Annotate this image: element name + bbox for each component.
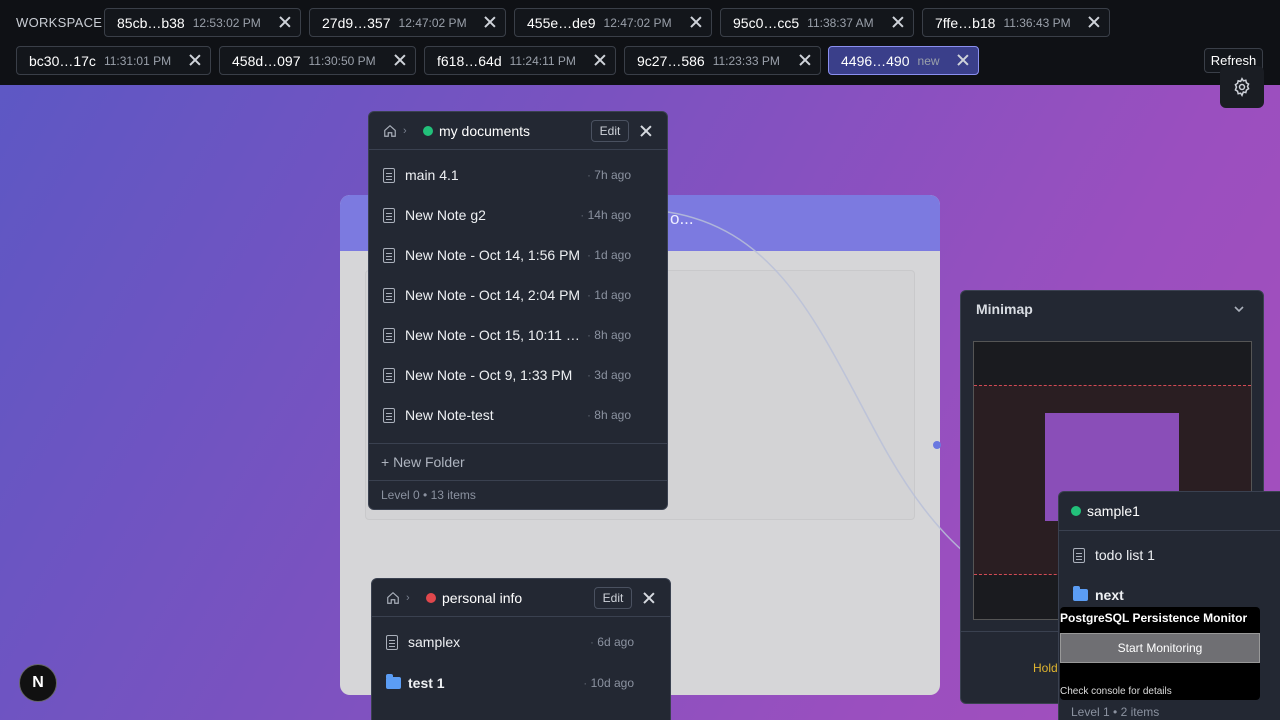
new-folder-button[interactable]: + New Folder xyxy=(381,454,465,470)
hold-hint: Hold xyxy=(1033,661,1058,675)
document-icon xyxy=(383,288,395,303)
breadcrumb-chevron-icon: › xyxy=(406,592,410,604)
panel-header: › my documents Edit xyxy=(369,112,667,150)
framework-logo[interactable]: N xyxy=(19,664,57,702)
close-icon[interactable] xyxy=(639,124,653,138)
item-time: 3d ago xyxy=(587,368,631,382)
list-item[interactable]: todo list 1 xyxy=(1059,535,1280,575)
divider xyxy=(1059,530,1280,531)
home-icon[interactable] xyxy=(386,591,400,605)
level-info: Level 1 • 2 items xyxy=(1071,705,1160,719)
panel-title: sample1 xyxy=(1087,503,1140,519)
monitor-note: Check console for details xyxy=(1060,686,1172,697)
panel-title: personal info xyxy=(442,590,523,606)
document-icon xyxy=(383,408,395,423)
item-time: 8h ago xyxy=(587,408,631,422)
divider xyxy=(369,443,667,444)
item-name: New Note g2 xyxy=(405,207,486,223)
documents-panel: › my documents Edit main 4.1 7h ago New N… xyxy=(368,111,668,510)
item-name: New Note - Oct 9, 1:33 PM xyxy=(405,367,573,383)
postgres-monitor: PostgreSQL Persistence Monitor Start Mon… xyxy=(1060,607,1260,700)
list-item[interactable]: New Note-test 8h ago xyxy=(369,395,667,435)
folder-item[interactable]: test 1 10d ago xyxy=(372,663,670,703)
breadcrumb-chevron-icon: › xyxy=(403,125,407,137)
item-time: 14h ago xyxy=(580,208,631,222)
item-time: 1d ago xyxy=(587,248,631,262)
item-time: 7h ago xyxy=(587,168,631,182)
item-name: test 1 xyxy=(408,675,445,691)
monitor-title: PostgreSQL Persistence Monitor xyxy=(1060,611,1248,625)
chevron-down-icon[interactable] xyxy=(1233,303,1245,315)
edit-button[interactable]: Edit xyxy=(591,120,629,142)
status-dot xyxy=(426,593,436,603)
list-item[interactable]: main 4.1 7h ago xyxy=(369,155,667,195)
document-icon xyxy=(383,368,395,383)
item-name: main 4.1 xyxy=(405,167,459,183)
list-item[interactable]: New Note g2 14h ago xyxy=(369,195,667,235)
item-name: next xyxy=(1095,587,1124,603)
panel-header: › personal info Edit xyxy=(372,579,670,617)
divider xyxy=(369,480,667,481)
item-time: 6d ago xyxy=(590,635,634,649)
item-name: New Note - Oct 15, 10:11 … xyxy=(405,327,580,343)
item-name: todo list 1 xyxy=(1095,547,1155,563)
document-icon xyxy=(1073,548,1085,563)
document-icon xyxy=(383,208,395,223)
list-item[interactable]: New Note - Oct 15, 10:11 … 8h ago xyxy=(369,315,667,355)
list-item[interactable]: New Note - Oct 14, 2:04 PM 1d ago xyxy=(369,275,667,315)
start-monitoring-button[interactable]: Start Monitoring xyxy=(1060,633,1260,663)
home-icon[interactable] xyxy=(383,124,397,138)
status-dot xyxy=(423,126,433,136)
item-name: New Note - Oct 14, 1:56 PM xyxy=(405,247,581,263)
list-item[interactable]: New Note - Oct 9, 1:33 PM 3d ago xyxy=(369,355,667,395)
personal-info-panel: › personal info Edit samplex 6d ago test … xyxy=(371,578,671,720)
document-icon xyxy=(383,248,395,263)
list-item[interactable]: samplex 6d ago xyxy=(372,622,670,662)
folder-icon xyxy=(1073,586,1088,601)
folder-icon xyxy=(386,674,401,689)
item-name: New Note-test xyxy=(405,407,494,423)
panel-title: my documents xyxy=(439,123,531,139)
document-icon xyxy=(383,168,395,183)
edit-button[interactable]: Edit xyxy=(594,587,632,609)
minimap-title: Minimap xyxy=(976,301,1033,317)
close-icon[interactable] xyxy=(642,591,656,605)
item-time: 10d ago xyxy=(583,676,634,690)
document-icon xyxy=(386,635,398,650)
level-info: Level 0 • 13 items xyxy=(381,488,476,502)
item-name: samplex xyxy=(408,634,461,650)
list-item[interactable]: New Note - Oct 14, 1:56 PM 1d ago xyxy=(369,235,667,275)
item-time: 8h ago xyxy=(587,328,631,342)
document-icon xyxy=(383,328,395,343)
item-time: 1d ago xyxy=(587,288,631,302)
item-name: New Note - Oct 14, 2:04 PM xyxy=(405,287,581,303)
status-dot xyxy=(1071,506,1081,516)
